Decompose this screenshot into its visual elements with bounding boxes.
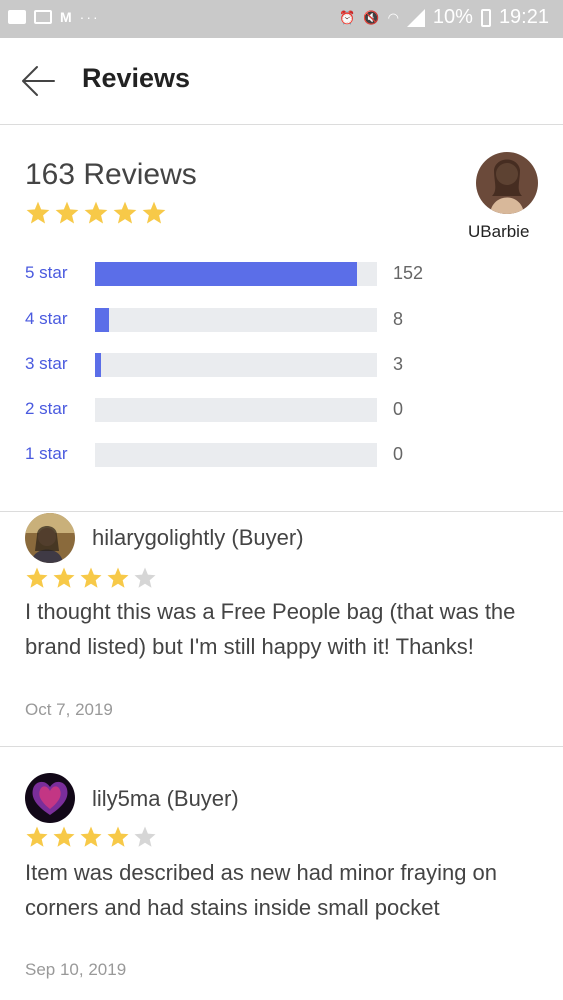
rating-row-label: 5 star bbox=[25, 263, 68, 282]
wifi-icon: ◠ bbox=[387, 9, 399, 25]
reviewer-name[interactable]: lily5ma (Buyer) bbox=[92, 786, 239, 812]
review-count: 163 Reviews bbox=[25, 158, 197, 191]
rating-bar-track bbox=[95, 443, 377, 467]
star-filled-icon bbox=[80, 826, 102, 847]
star-filled-icon bbox=[80, 567, 102, 588]
reviewer-avatar[interactable] bbox=[25, 513, 75, 563]
star-filled-icon bbox=[84, 201, 108, 224]
star-filled-icon bbox=[107, 826, 129, 847]
review-text: I thought this was a Free People bag (th… bbox=[25, 599, 516, 659]
seller-name[interactable]: UBarbie bbox=[468, 222, 529, 242]
rating-row-4[interactable]: 4 star 8 bbox=[25, 307, 445, 333]
review-rating-stars bbox=[25, 566, 157, 590]
battery-icon bbox=[480, 8, 491, 27]
reviewer-name[interactable]: hilarygolightly (Buyer) bbox=[92, 525, 304, 551]
reviewer-avatar[interactable] bbox=[25, 773, 75, 823]
rating-row-2[interactable]: 2 star 0 bbox=[25, 397, 445, 423]
status-bar: M ··· ⏰ 🔇 ◠ 10% 19:21 bbox=[0, 0, 563, 38]
app-notification-icon bbox=[8, 10, 26, 24]
image-notification-icon bbox=[34, 10, 52, 24]
star-filled-icon bbox=[26, 201, 50, 224]
signal-icon bbox=[406, 8, 425, 27]
mail-notification-icon: M bbox=[60, 9, 72, 25]
rating-bar-fill bbox=[95, 262, 358, 286]
rating-row-1[interactable]: 1 star 0 bbox=[25, 442, 445, 468]
review-date: Sep 10, 2019 bbox=[25, 960, 127, 979]
star-filled-icon bbox=[142, 201, 166, 224]
star-empty-icon bbox=[134, 567, 156, 588]
rating-row-label: 2 star bbox=[25, 399, 68, 418]
mute-icon: 🔇 bbox=[363, 9, 380, 25]
rating-bar-track bbox=[95, 353, 377, 377]
review-rating-stars bbox=[25, 825, 157, 849]
star-filled-icon bbox=[107, 567, 129, 588]
alarm-icon: ⏰ bbox=[339, 9, 356, 25]
clock: 19:21 bbox=[498, 6, 549, 28]
star-filled-icon bbox=[26, 826, 48, 847]
star-empty-icon bbox=[134, 826, 156, 847]
page-title: Reviews bbox=[82, 63, 191, 93]
app-header: Reviews bbox=[0, 38, 563, 125]
rating-bar-track bbox=[95, 308, 377, 332]
star-filled-icon bbox=[55, 201, 79, 224]
review-date: Oct 7, 2019 bbox=[25, 700, 113, 719]
rating-row-label: 3 star bbox=[25, 354, 68, 373]
star-filled-icon bbox=[26, 567, 48, 588]
rating-row-count: 0 bbox=[393, 399, 404, 419]
star-filled-icon bbox=[53, 567, 75, 588]
more-notifications-icon: ··· bbox=[79, 9, 100, 25]
average-rating-stars bbox=[25, 200, 167, 226]
rating-bar-fill bbox=[95, 308, 110, 332]
rating-bar-fill bbox=[95, 353, 101, 377]
rating-row-count: 3 bbox=[393, 354, 404, 374]
rating-row-3[interactable]: 3 star 3 bbox=[25, 352, 445, 378]
rating-row-5[interactable]: 5 star 152 bbox=[25, 261, 445, 287]
rating-row-count: 8 bbox=[393, 309, 404, 329]
divider bbox=[0, 511, 563, 512]
rating-row-label: 4 star bbox=[25, 309, 68, 328]
divider bbox=[0, 746, 563, 747]
seller-avatar[interactable] bbox=[476, 152, 538, 214]
star-filled-icon bbox=[113, 201, 137, 224]
rating-bar-track bbox=[95, 262, 377, 286]
rating-row-count: 0 bbox=[393, 444, 404, 464]
review-text: Item was described as new had minor fray… bbox=[25, 860, 498, 920]
back-arrow-icon[interactable] bbox=[20, 64, 56, 98]
battery-percent: 10% bbox=[432, 6, 473, 28]
rating-row-count: 152 bbox=[393, 263, 424, 283]
star-filled-icon bbox=[53, 826, 75, 847]
rating-bar-track bbox=[95, 398, 377, 422]
rating-row-label: 1 star bbox=[25, 444, 68, 463]
